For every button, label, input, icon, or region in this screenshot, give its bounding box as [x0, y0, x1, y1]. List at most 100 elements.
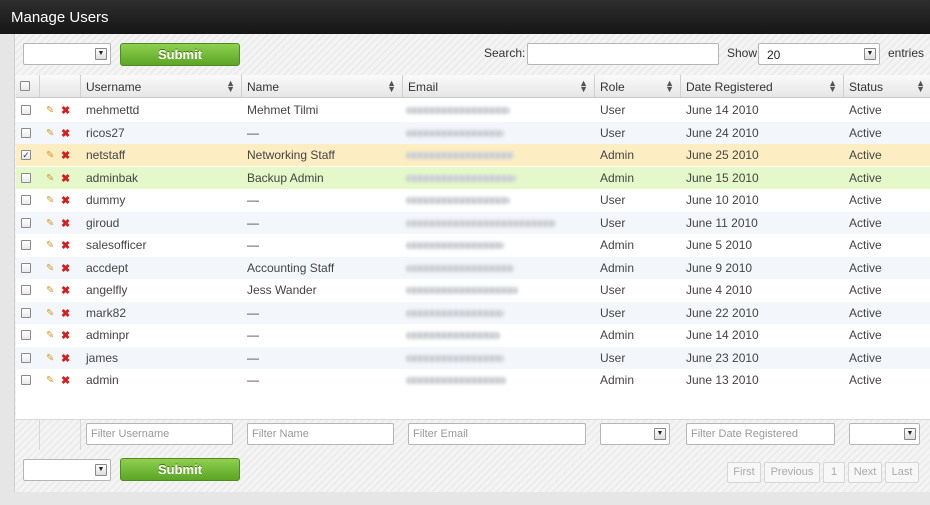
cell-email-redacted — [406, 309, 504, 317]
pencil-icon[interactable]: ✎ — [46, 195, 54, 206]
filter-date-input[interactable]: Filter Date Registered — [686, 423, 835, 445]
delete-icon[interactable]: ✖ — [61, 307, 70, 320]
delete-icon[interactable]: ✖ — [61, 352, 70, 365]
pencil-icon[interactable]: ✎ — [46, 375, 54, 386]
pagination-next[interactable]: Next — [848, 462, 882, 483]
row-checkbox[interactable]: ✓ — [21, 150, 31, 160]
delete-icon[interactable]: ✖ — [61, 104, 70, 117]
column-status[interactable]: Status ▲ ▼ — [844, 75, 930, 98]
pencil-icon[interactable]: ✎ — [46, 150, 54, 161]
filter-role-select[interactable]: ▼ — [600, 423, 670, 445]
cell-email-redacted — [406, 152, 514, 159]
table-row[interactable]: ✎ ✖ ricos27 — User June 24 2010 Active — [16, 121, 930, 144]
cell-username: mehmettd — [86, 103, 140, 117]
delete-icon[interactable]: ✖ — [61, 149, 70, 162]
delete-icon[interactable]: ✖ — [61, 194, 70, 207]
table-row[interactable]: ✎ ✖ accdept Accounting Staff Admin June 9 201… — [16, 256, 930, 279]
row-checkbox[interactable] — [21, 195, 31, 205]
cell-name: — — [247, 125, 259, 140]
filter-email-input[interactable]: Filter Email — [408, 423, 586, 445]
column-email-label: Email — [408, 80, 439, 94]
chevron-down-icon: ▼ — [864, 48, 876, 60]
pagination-first[interactable]: First — [727, 462, 761, 483]
filter-blank-cell — [16, 420, 40, 450]
cell-email-redacted — [406, 287, 518, 294]
cell-email-redacted — [406, 354, 504, 362]
select-all-checkbox[interactable] — [20, 81, 30, 91]
delete-icon[interactable]: ✖ — [61, 239, 70, 252]
pagination-previous[interactable]: Previous — [764, 462, 820, 483]
column-role[interactable]: Role ▲ ▼ — [595, 75, 681, 98]
delete-icon[interactable]: ✖ — [61, 374, 70, 387]
row-checkbox[interactable] — [21, 127, 31, 138]
column-name[interactable]: Name ▲ ▼ — [242, 75, 403, 98]
bulk-action-select-bottom[interactable]: ▼ — [23, 459, 111, 481]
filter-username-input[interactable]: Filter Username — [86, 423, 233, 445]
pencil-icon[interactable]: ✎ — [46, 128, 54, 139]
pencil-icon[interactable]: ✎ — [46, 218, 54, 229]
table-row[interactable]: ✎ ✖ admin — Admin June 13 2010 Active — [16, 369, 930, 391]
row-checkbox[interactable] — [21, 262, 31, 273]
table-row[interactable]: ✎ ✖ salesofficer — Admin June 5 2010 Active — [16, 234, 930, 256]
table-row[interactable]: ✓ ✎ ✖ netstaff Networking Staff Admin June 25 … — [16, 144, 930, 166]
pencil-icon[interactable]: ✎ — [46, 105, 54, 116]
delete-icon[interactable]: ✖ — [61, 262, 70, 275]
search-input[interactable] — [527, 43, 719, 65]
row-checkbox[interactable] — [21, 375, 31, 385]
cell-date: June 13 2010 — [686, 373, 759, 387]
submit-button[interactable]: Submit — [120, 43, 240, 66]
column-date-registered[interactable]: Date Registered ▲ ▼ — [681, 75, 844, 98]
pagination-last[interactable]: Last — [885, 462, 919, 483]
row-checkbox[interactable] — [21, 307, 31, 318]
table-row[interactable]: ✎ ✖ dummy — User June 10 2010 Active — [16, 189, 930, 211]
submit-button-bottom[interactable]: Submit — [120, 458, 240, 481]
column-username[interactable]: Username ▲ ▼ — [81, 75, 242, 98]
row-checkbox[interactable] — [21, 240, 31, 250]
delete-icon[interactable]: ✖ — [61, 217, 70, 230]
table-row[interactable]: ✎ ✖ mark82 — User June 22 2010 Active — [16, 301, 930, 324]
table-header: Username ▲ ▼ Name ▲ ▼ Email ▲ ▼ Role ▲ ▼ Date Re… — [16, 75, 930, 98]
cell-date: June 23 2010 — [686, 350, 759, 365]
pencil-icon[interactable]: ✎ — [46, 173, 54, 184]
delete-icon[interactable]: ✖ — [61, 284, 70, 297]
pagination-page-1[interactable]: 1 — [823, 462, 845, 483]
column-email[interactable]: Email ▲ ▼ — [403, 75, 595, 98]
row-checkbox[interactable] — [21, 105, 31, 115]
row-checkbox[interactable] — [21, 285, 31, 295]
table-row[interactable]: ✎ ✖ adminpr — Admin June 14 2010 Active — [16, 324, 930, 346]
cell-role: Admin — [600, 238, 635, 252]
table-row[interactable]: ✎ ✖ giroud — User June 11 2010 Active — [16, 211, 930, 234]
users-panel: ▼ Submit Search: Show 20 ▼ entries Userna… — [14, 34, 930, 492]
delete-icon[interactable]: ✖ — [61, 172, 70, 185]
show-label: Show — [727, 46, 758, 60]
table-row[interactable]: ✎ ✖ angelfly Jess Wander User June 4 2010 Acti… — [16, 279, 930, 301]
pencil-icon[interactable]: ✎ — [46, 353, 54, 364]
cell-username: salesofficer — [86, 238, 147, 252]
cell-role: Admin — [600, 328, 635, 342]
filter-status-select[interactable]: ▼ — [849, 423, 920, 445]
header-actions-cell — [40, 75, 81, 98]
delete-icon[interactable]: ✖ — [61, 329, 70, 342]
row-checkbox[interactable] — [21, 217, 31, 228]
row-checkbox[interactable] — [21, 330, 31, 340]
page-size-select[interactable]: 20 ▼ — [758, 43, 880, 65]
table-row[interactable]: ✎ ✖ mehmettd Mehmet Tilmi User June 14 2010 Ac… — [16, 99, 930, 121]
cell-date: June 5 2010 — [686, 238, 753, 252]
table-row[interactable]: ✎ ✖ james — User June 23 2010 Active — [16, 346, 930, 369]
sort-icon: ▲ ▼ — [828, 78, 837, 94]
pencil-icon[interactable]: ✎ — [46, 240, 54, 251]
cell-username: adminpr — [86, 328, 130, 342]
table-row[interactable]: ✎ ✖ adminbak Backup Admin Admin June 15 2010 A… — [16, 166, 930, 189]
row-checkbox[interactable] — [21, 352, 31, 363]
column-status-label: Status — [849, 80, 884, 94]
pencil-icon[interactable]: ✎ — [46, 263, 54, 274]
cell-name: — — [247, 328, 259, 342]
cell-email-redacted — [406, 129, 504, 137]
delete-icon[interactable]: ✖ — [61, 127, 70, 140]
pencil-icon[interactable]: ✎ — [46, 285, 54, 296]
filter-name-input[interactable]: Filter Name — [247, 423, 394, 445]
pencil-icon[interactable]: ✎ — [46, 308, 54, 319]
row-checkbox[interactable] — [21, 172, 31, 183]
pencil-icon[interactable]: ✎ — [46, 330, 54, 341]
bulk-action-select[interactable]: ▼ — [23, 43, 111, 65]
